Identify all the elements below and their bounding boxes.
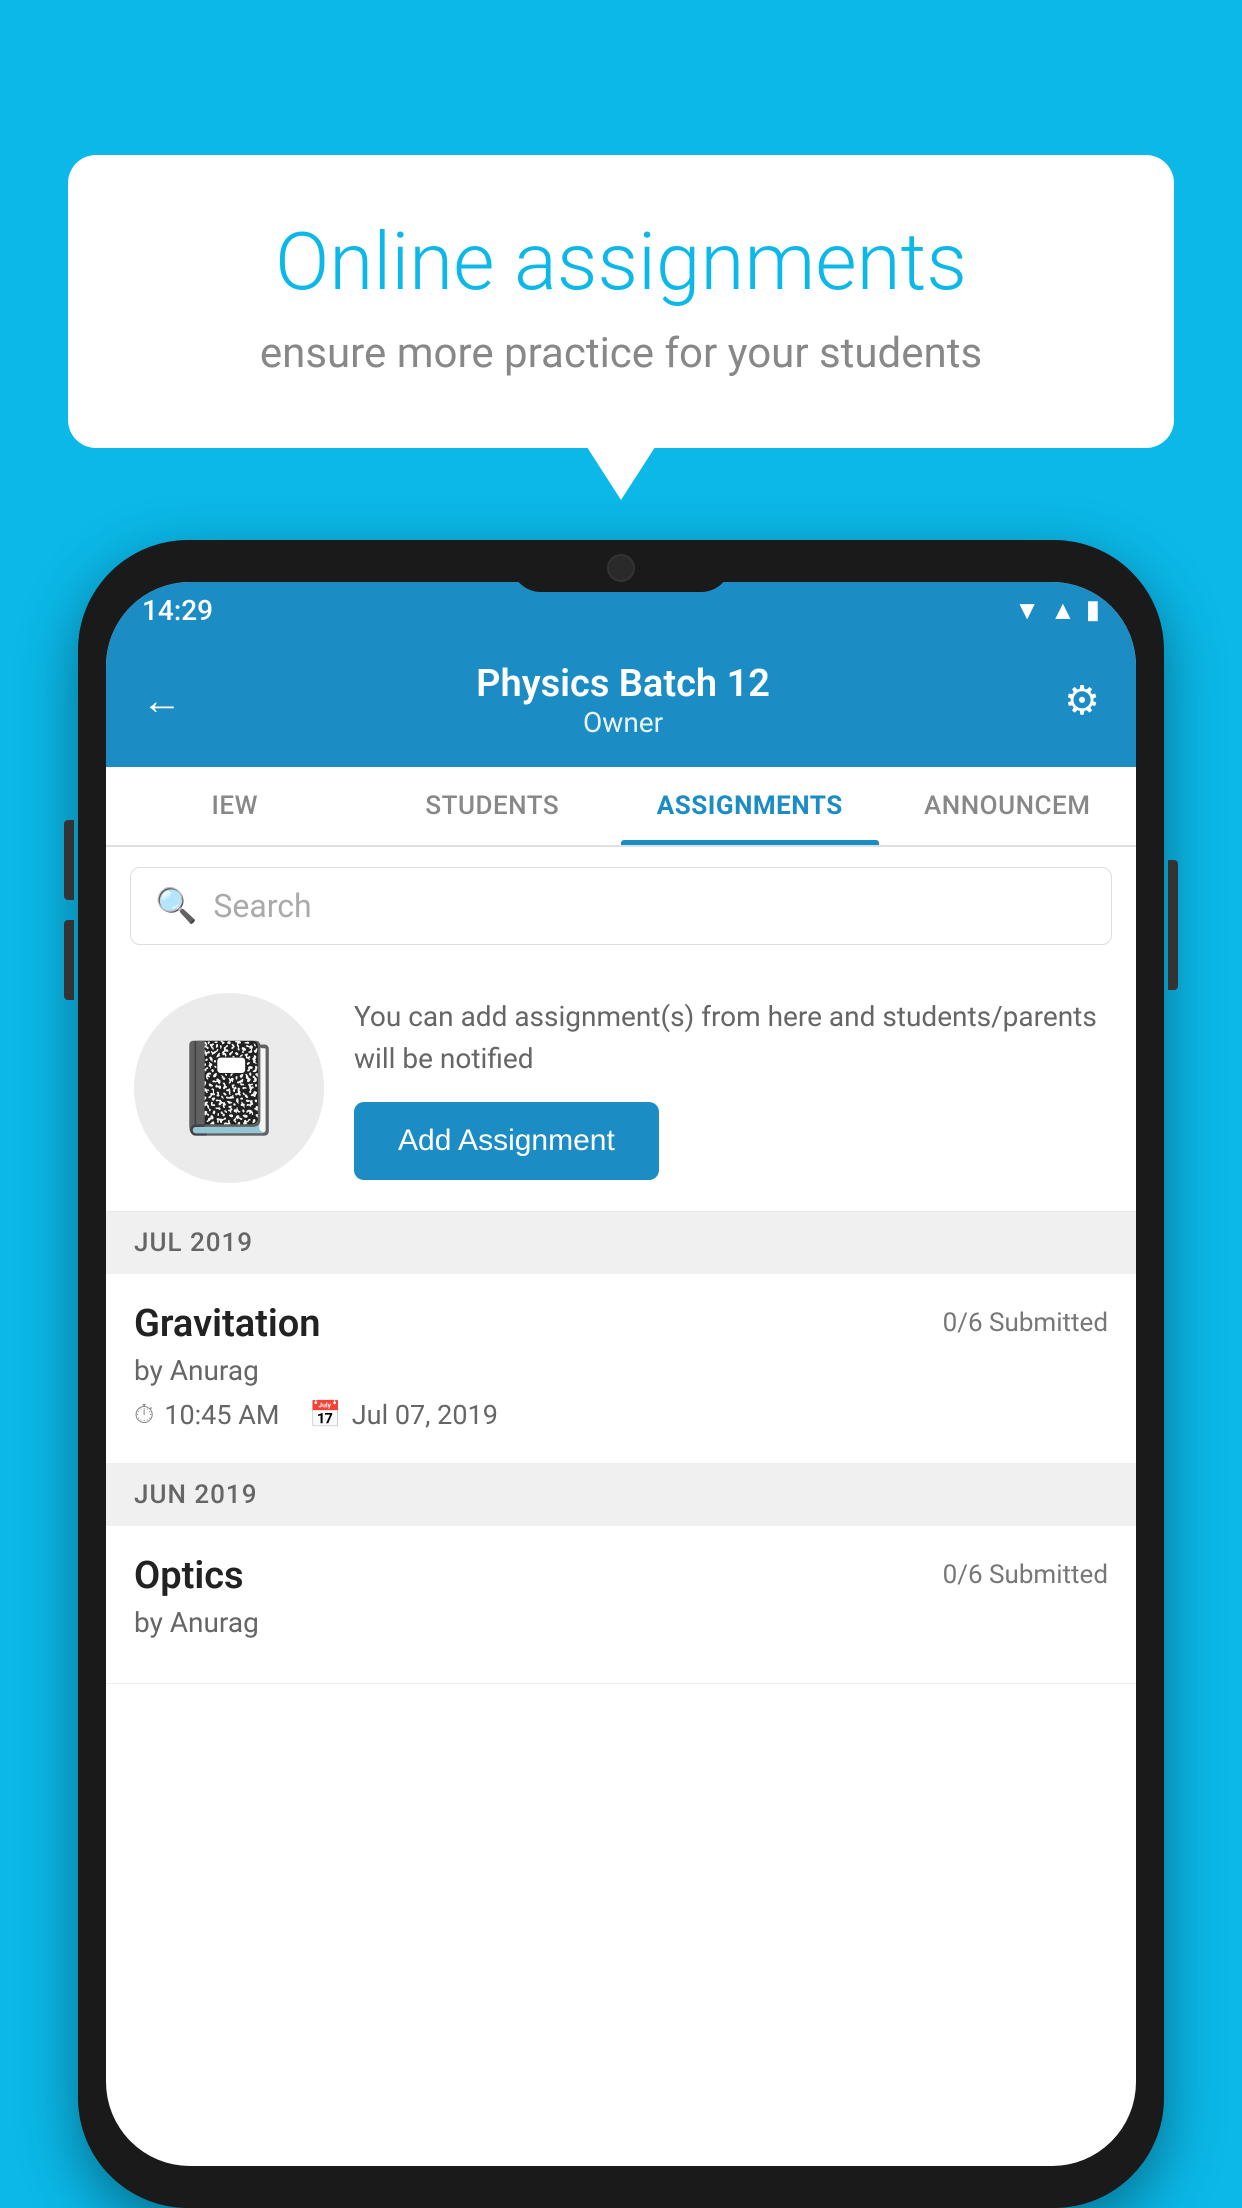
speech-bubble: Online assignments ensure more practice …	[68, 155, 1174, 448]
battery-icon: ▮	[1086, 595, 1100, 625]
calendar-icon: 📅	[309, 1400, 341, 1430]
search-bar[interactable]: 🔍 Search	[130, 867, 1112, 945]
search-icon: 🔍	[155, 886, 197, 926]
assignment-name-optics: Optics	[134, 1554, 244, 1598]
promo-title: Online assignments	[148, 215, 1094, 309]
section-label-jun: JUN 2019	[134, 1480, 257, 1510]
phone-screen: 14:29 ▼ ▲ ▮ ← Physics Batch 12 Owner ⚙ I…	[106, 582, 1136, 2166]
assignment-top-row: Gravitation 0/6 Submitted	[134, 1302, 1108, 1346]
tab-assignments[interactable]: ASSIGNMENTS	[621, 767, 879, 845]
assignment-submitted-optics: 0/6 Submitted	[943, 1560, 1108, 1590]
promo-content: You can add assignment(s) from here and …	[354, 996, 1108, 1180]
assignment-top-row-optics: Optics 0/6 Submitted	[134, 1554, 1108, 1598]
assignment-meta-gravitation: ⏱ 10:45 AM 📅 Jul 07, 2019	[134, 1399, 1108, 1431]
header-title-group: Physics Batch 12 Owner	[476, 662, 770, 739]
settings-icon[interactable]: ⚙	[1064, 677, 1100, 724]
assignment-optics[interactable]: Optics 0/6 Submitted by Anurag	[106, 1526, 1136, 1684]
promo-card: Online assignments ensure more practice …	[68, 155, 1174, 448]
assignment-by-optics: by Anurag	[134, 1606, 1108, 1639]
search-input[interactable]: Search	[213, 887, 311, 925]
wifi-icon: ▼	[1014, 595, 1040, 626]
search-container: 🔍 Search	[106, 847, 1136, 965]
tab-announcements[interactable]: ANNOUNCEM	[879, 767, 1137, 845]
assignment-submitted-gravitation: 0/6 Submitted	[943, 1308, 1108, 1338]
batch-title: Physics Batch 12	[476, 662, 770, 706]
assignment-by-gravitation: by Anurag	[134, 1354, 1108, 1387]
add-assignment-button[interactable]: Add Assignment	[354, 1102, 659, 1180]
app-header: ← Physics Batch 12 Owner ⚙	[106, 638, 1136, 767]
date-label: Jul 07, 2019	[352, 1399, 498, 1431]
promo-subtitle: ensure more practice for your students	[148, 329, 1094, 378]
assignment-date-gravitation: 📅 Jul 07, 2019	[309, 1399, 497, 1431]
status-icons: ▼ ▲ ▮	[1014, 595, 1100, 626]
batch-subtitle: Owner	[476, 706, 770, 739]
status-time: 14:29	[142, 594, 213, 627]
section-label-jul: JUL 2019	[134, 1228, 253, 1258]
back-button[interactable]: ←	[142, 677, 182, 724]
signal-icon: ▲	[1050, 595, 1076, 626]
time-label: 10:45 AM	[164, 1399, 279, 1431]
tab-iew[interactable]: IEW	[106, 767, 364, 845]
section-jun-2019: JUN 2019	[106, 1464, 1136, 1526]
assignment-name-gravitation: Gravitation	[134, 1302, 321, 1346]
section-jul-2019: JUL 2019	[106, 1212, 1136, 1274]
notebook-icon: 📓	[173, 1036, 285, 1141]
promo-icon-circle: 📓	[134, 993, 324, 1183]
phone-frame: 14:29 ▼ ▲ ▮ ← Physics Batch 12 Owner ⚙ I…	[78, 540, 1164, 2208]
assignment-time-gravitation: ⏱ 10:45 AM	[134, 1399, 279, 1431]
tabs-bar: IEW STUDENTS ASSIGNMENTS ANNOUNCEM	[106, 767, 1136, 847]
tab-students[interactable]: STUDENTS	[364, 767, 622, 845]
power-button[interactable]	[1168, 860, 1178, 990]
phone-notch	[511, 540, 731, 592]
volume-down-button[interactable]	[64, 920, 74, 1000]
assignment-gravitation[interactable]: Gravitation 0/6 Submitted by Anurag ⏱ 10…	[106, 1274, 1136, 1464]
volume-up-button[interactable]	[64, 820, 74, 900]
clock-icon: ⏱	[134, 1400, 154, 1431]
add-assignment-promo: 📓 You can add assignment(s) from here an…	[106, 965, 1136, 1212]
camera	[607, 554, 635, 582]
promo-description: You can add assignment(s) from here and …	[354, 996, 1108, 1080]
